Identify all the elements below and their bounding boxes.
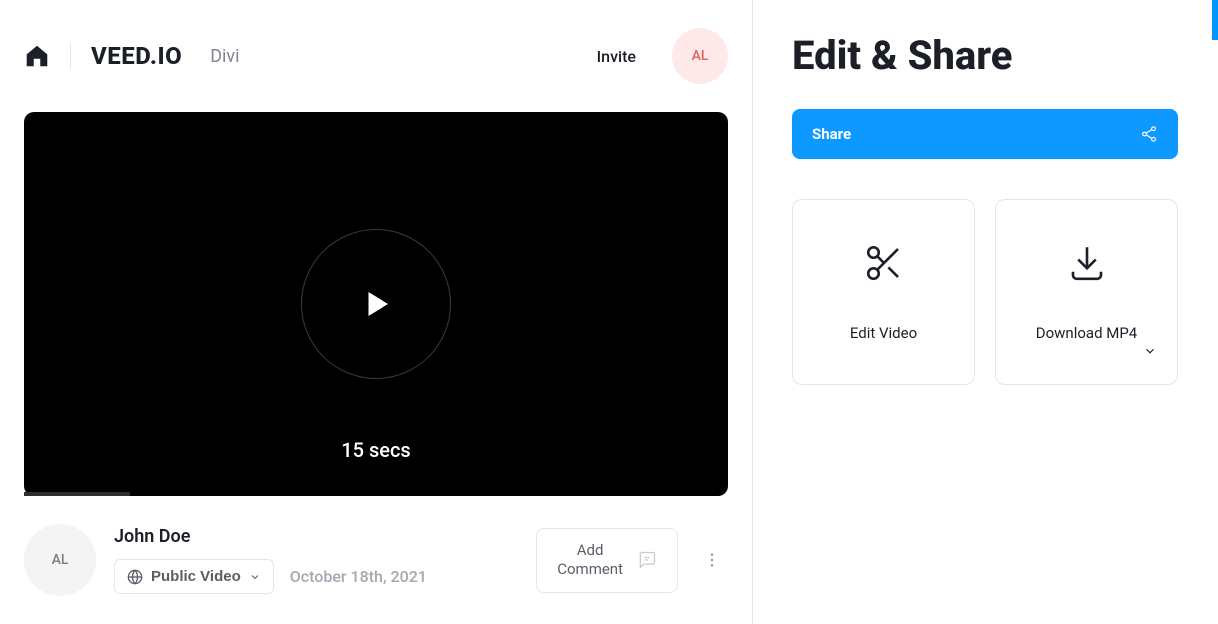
globe-icon bbox=[127, 569, 143, 585]
more-vertical-icon bbox=[703, 551, 721, 569]
download-label: Download MP4 bbox=[1036, 324, 1137, 342]
video-date: October 18th, 2021 bbox=[290, 567, 427, 586]
scissors-icon bbox=[863, 242, 905, 284]
author-avatar[interactable]: AL bbox=[24, 524, 96, 596]
add-comment-button[interactable]: Add Comment bbox=[536, 528, 678, 593]
edit-video-label: Edit Video bbox=[850, 324, 917, 342]
accent-bar bbox=[1212, 0, 1218, 40]
brand-logo[interactable]: VEED.IO bbox=[91, 42, 182, 70]
panel-title: Edit & Share bbox=[792, 32, 1178, 79]
share-label: Share bbox=[812, 125, 851, 143]
video-player[interactable]: 15 secs bbox=[24, 112, 728, 496]
play-button[interactable] bbox=[301, 229, 451, 379]
avatar[interactable]: AL bbox=[672, 28, 728, 84]
header-divider bbox=[70, 43, 71, 69]
project-name: Divi bbox=[210, 46, 239, 67]
share-icon bbox=[1140, 125, 1158, 143]
download-mp4-card[interactable]: Download MP4 bbox=[995, 199, 1178, 385]
chevron-down-icon bbox=[249, 571, 261, 583]
visibility-label: Public Video bbox=[151, 568, 241, 585]
invite-button[interactable]: Invite bbox=[597, 47, 636, 66]
play-icon bbox=[358, 286, 394, 322]
more-button[interactable] bbox=[696, 551, 728, 569]
author-name: John Doe bbox=[114, 526, 427, 547]
app-header: VEED.IO Divi Invite AL bbox=[24, 28, 728, 84]
download-icon bbox=[1066, 242, 1108, 284]
video-duration: 15 secs bbox=[341, 438, 410, 462]
home-icon[interactable] bbox=[24, 43, 50, 69]
comment-icon bbox=[637, 550, 657, 570]
chevron-down-icon bbox=[1143, 343, 1157, 362]
share-button[interactable]: Share bbox=[792, 109, 1178, 159]
progress-bar[interactable] bbox=[24, 492, 130, 496]
edit-video-card[interactable]: Edit Video bbox=[792, 199, 975, 385]
add-comment-label: Add Comment bbox=[557, 541, 623, 580]
visibility-dropdown[interactable]: Public Video bbox=[114, 559, 274, 594]
